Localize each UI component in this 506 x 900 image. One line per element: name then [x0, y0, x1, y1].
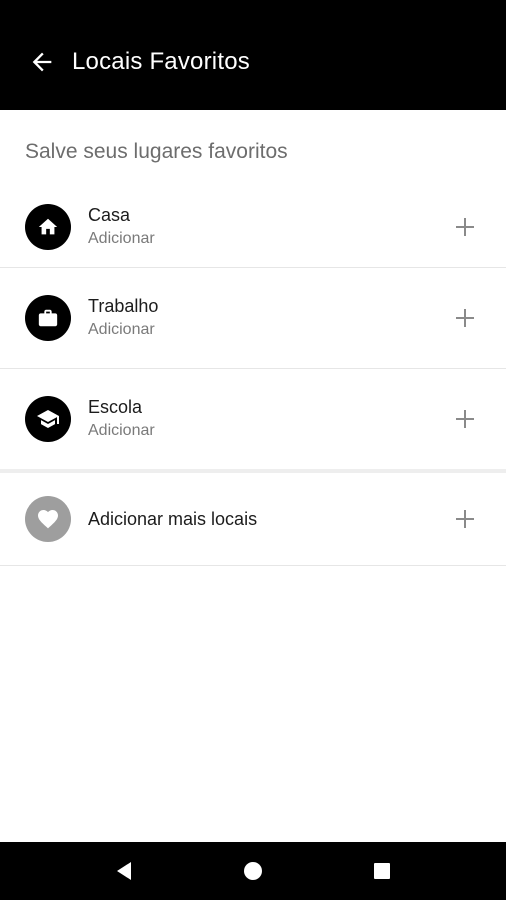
favorite-subtitle: Adicionar — [88, 229, 155, 247]
add-home-button[interactable] — [450, 212, 480, 242]
home-icon — [38, 218, 58, 234]
home-avatar — [25, 203, 71, 250]
favorite-text: Escola Adicionar — [88, 396, 155, 442]
screen: Locais Favoritos Salve seus lugares favo… — [0, 0, 506, 900]
favorite-text: Trabalho Adicionar — [88, 295, 158, 341]
nav-back-icon — [117, 862, 132, 880]
content: Salve seus lugares favoritos Casa Adicio… — [0, 110, 506, 566]
favorite-row-work[interactable]: Trabalho Adicionar — [0, 267, 506, 368]
heart-icon — [38, 510, 58, 529]
add-school-button[interactable] — [450, 404, 480, 434]
more-text: Adicionar mais locais — [88, 508, 257, 530]
school-avatar — [25, 396, 71, 442]
favorite-title: Casa — [88, 204, 131, 225]
app-bar-inner: Locais Favoritos — [0, 28, 506, 110]
add-more-places-row[interactable]: Adicionar mais locais — [0, 473, 506, 566]
briefcase-icon — [38, 309, 58, 327]
section-header: Salve seus lugares favoritos — [25, 140, 288, 163]
plus-icon — [456, 410, 474, 428]
favorite-subtitle: Adicionar — [88, 422, 155, 439]
add-work-button[interactable] — [450, 303, 480, 333]
graduation-cap-icon — [37, 410, 59, 428]
favorite-title: Escola — [88, 397, 143, 417]
back-button[interactable] — [24, 44, 60, 80]
nav-home-icon — [243, 862, 262, 880]
arrow-left-icon — [32, 52, 52, 72]
plus-icon — [456, 510, 474, 528]
nav-recents-icon — [373, 863, 390, 879]
favorite-title: Trabalho — [88, 296, 159, 316]
plus-icon — [456, 309, 474, 327]
favorite-row-school[interactable]: Escola Adicionar — [0, 368, 506, 469]
more-avatar — [25, 496, 71, 542]
nav-home-button[interactable] — [229, 847, 277, 895]
add-more-label: Adicionar mais locais — [88, 509, 258, 529]
app-bar: Locais Favoritos — [0, 0, 506, 110]
add-more-button[interactable] — [450, 504, 480, 534]
work-avatar — [25, 295, 71, 341]
system-nav-bar — [0, 842, 506, 900]
page-title: Locais Favoritos — [72, 48, 250, 75]
favorite-text: Casa Adicionar — [88, 204, 155, 250]
favorite-subtitle: Adicionar — [88, 321, 155, 338]
nav-back-button[interactable] — [100, 847, 148, 895]
plus-icon — [456, 217, 474, 236]
favorite-row-home[interactable]: Casa Adicionar — [0, 186, 506, 267]
nav-recents-button[interactable] — [358, 847, 406, 895]
